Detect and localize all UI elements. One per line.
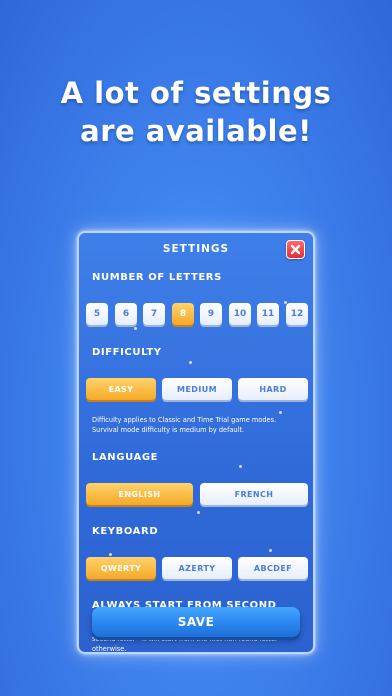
keyboard-label: KEYBOARD: [92, 526, 159, 537]
difficulty-hard-button[interactable]: HARD: [238, 378, 308, 400]
settings-title: SETTINGS: [162, 243, 230, 255]
language-french-button[interactable]: FRENCH: [200, 483, 308, 505]
save-button[interactable]: SAVE: [92, 607, 300, 637]
letters-option-12[interactable]: 12: [286, 303, 308, 325]
promo-headline: A lot of settings are available!: [0, 74, 392, 150]
difficulty-medium-button[interactable]: MEDIUM: [162, 378, 232, 400]
sparkle: [239, 465, 242, 468]
difficulty-easy-button[interactable]: EASY: [86, 378, 156, 400]
close-icon: [290, 244, 301, 255]
sparkle: [197, 511, 200, 514]
language-label: LANGUAGE: [92, 452, 159, 463]
difficulty-label: DIFFICULTY: [92, 347, 162, 358]
letters-selector: 5 6 7 8 9 10 11 12: [86, 303, 310, 325]
keyboard-qwerty-button[interactable]: QWERTY: [86, 557, 156, 579]
letters-option-9[interactable]: 9: [200, 303, 222, 325]
letters-label: NUMBER OF LETTERS: [92, 272, 222, 283]
difficulty-note: Difficulty applies to Classic and Time T…: [92, 416, 277, 434]
sparkle: [189, 361, 192, 364]
letters-option-5[interactable]: 5: [86, 303, 108, 325]
sparkle: [279, 411, 282, 414]
second-letter-note: second letter - it will start from the f…: [92, 635, 278, 653]
letters-option-6[interactable]: 6: [115, 303, 137, 325]
sparkle: [134, 327, 137, 330]
keyboard-abcdef-button[interactable]: ABCDEF: [238, 557, 308, 579]
close-button[interactable]: [286, 240, 305, 259]
headline-line-2: are available!: [80, 114, 312, 148]
sparkle: [109, 553, 112, 556]
headline-line-1: A lot of settings: [60, 76, 332, 110]
sparkle: [269, 549, 272, 552]
settings-panel: SETTINGS NUMBER OF LETTERS 5 6 7 8 9 10 …: [77, 231, 315, 654]
keyboard-azerty-button[interactable]: AZERTY: [162, 557, 232, 579]
letters-option-7[interactable]: 7: [143, 303, 165, 325]
language-english-button[interactable]: ENGLISH: [86, 483, 193, 505]
letters-option-11[interactable]: 11: [257, 303, 279, 325]
letters-option-8[interactable]: 8: [172, 303, 194, 325]
letters-option-10[interactable]: 10: [229, 303, 251, 325]
